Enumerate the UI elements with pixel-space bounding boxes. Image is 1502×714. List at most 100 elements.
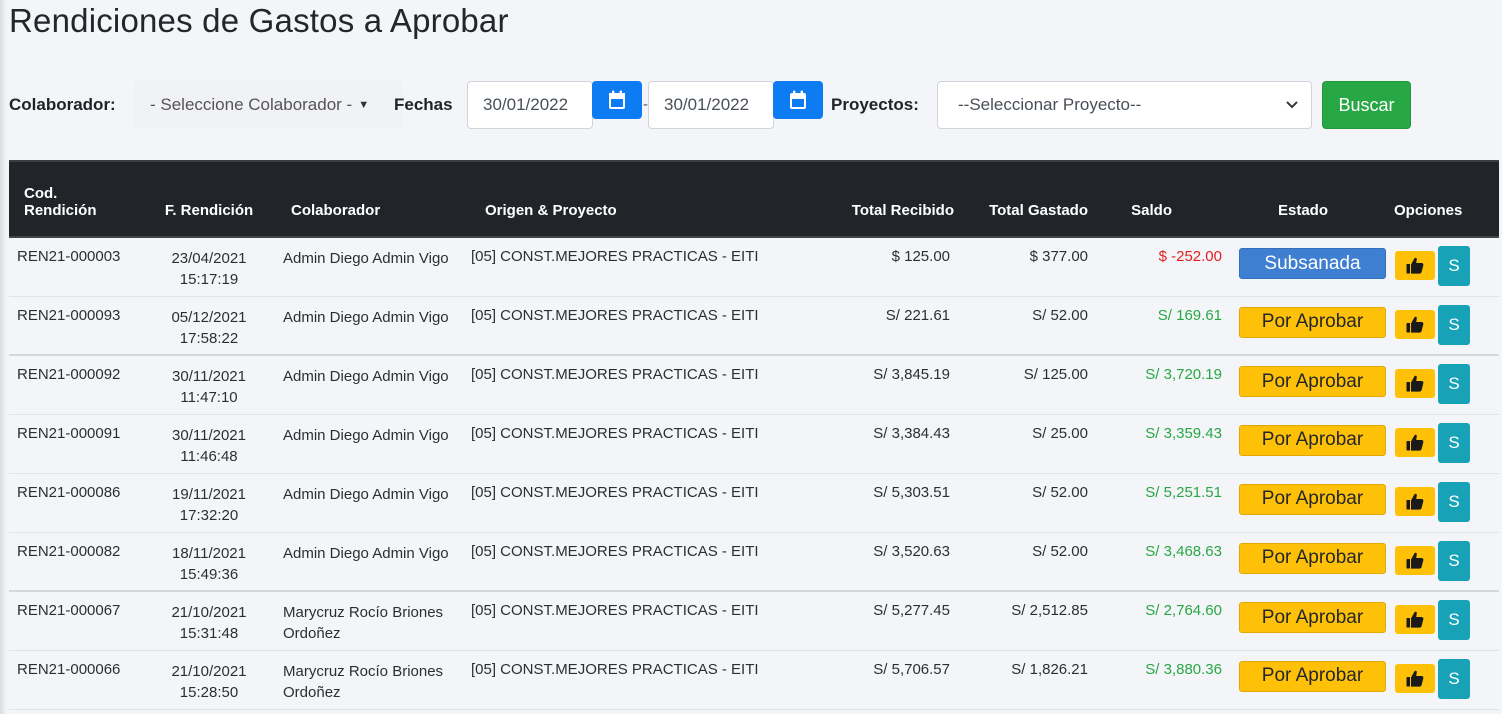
header-fecha: F. Rendición <box>141 160 277 238</box>
cell-opciones: S <box>1394 237 1499 296</box>
cell-colaborador-line1: Admin Diego Admin Vigo <box>283 485 449 503</box>
cell-colaborador-line2: Ordoñez <box>283 625 341 642</box>
cell-fecha-date: 23/04/2021 <box>171 250 247 267</box>
header-total-gastado: Total Gastado <box>954 160 1088 238</box>
approve-button[interactable] <box>1395 605 1435 634</box>
cell-cod: REN21-000093 <box>17 306 121 324</box>
cell-colaborador: Marycruz Rocío Briones Ordoñez <box>277 591 471 650</box>
table-row: REN21-000066 21/10/2021 15:28:50 Marycru… <box>9 650 1499 709</box>
fechas-label: Fechas <box>394 95 453 114</box>
table-row: REN21-000092 30/11/2021 11:47:10 Admin D… <box>9 355 1499 414</box>
fecha-desde-calendar-button[interactable] <box>592 81 642 119</box>
cell-colaborador-line2: Ordoñez <box>283 683 341 701</box>
fecha-desde-input[interactable]: 30/01/2022 <box>467 81 593 129</box>
page-title: Rendiciones de Gastos a Aprobar <box>9 2 509 39</box>
cell-opciones: S <box>1394 591 1499 650</box>
s-button[interactable]: S <box>1438 364 1470 404</box>
estado-badge: Subsanada <box>1239 248 1386 279</box>
approve-button[interactable] <box>1395 486 1435 516</box>
cell-fecha-time: 17:32:20 <box>179 506 239 524</box>
approve-button[interactable] <box>1395 251 1435 280</box>
cell-fecha-time: 11:46:48 <box>180 447 238 465</box>
approve-button[interactable] <box>1395 427 1435 457</box>
cell-fecha-date: 19/11/2021 <box>172 485 246 503</box>
cell-colaborador: Admin Diego Admin Vigo <box>277 296 471 355</box>
cell-fecha-time: 17:58:22 <box>179 329 239 347</box>
header-origen: Origen & Proyecto <box>471 160 771 238</box>
table-row: REN21-000067 21/10/2021 15:31:48 Marycru… <box>9 591 1499 650</box>
cell-colaborador-line1: Admin Diego Admin Vigo <box>283 308 449 326</box>
header-colaborador: Colaborador <box>277 160 471 238</box>
approve-button[interactable] <box>1395 663 1435 693</box>
calendar-icon <box>790 90 806 109</box>
cell-fecha-date: 30/11/2021 <box>172 368 246 385</box>
fecha-hasta-calendar-button[interactable] <box>773 81 823 119</box>
cell-fecha-date: 21/10/2021 <box>171 604 247 621</box>
cell-origen: [05] CONST.MEJORES PRACTICAS - EITI <box>471 424 759 442</box>
cell-total-gastado: S/ 25.00 <box>1032 424 1088 442</box>
cell-colaborador: Marycruz Rocío Briones Ordoñez <box>277 650 471 709</box>
cell-cod: REN21-000082 <box>17 542 121 560</box>
proyecto-select[interactable]: --Seleccionar Proyecto-- <box>937 81 1312 129</box>
s-button[interactable]: S <box>1438 658 1470 699</box>
cell-colaborador-line1: Admin Diego Admin Vigo <box>283 426 449 444</box>
cell-saldo: S/ 169.61 <box>1157 306 1222 324</box>
header-cod: Cod. Rendición <box>9 160 141 238</box>
thumbs-up-icon <box>1406 670 1424 687</box>
cell-total-recibido: S/ 5,706.57 <box>873 660 950 678</box>
cell-fecha: 21/10/2021 15:31:48 <box>141 591 277 650</box>
cell-fecha: 23/04/2021 15:17:19 <box>141 237 277 296</box>
cell-fecha: 19/11/2021 17:32:20 <box>141 473 277 532</box>
cell-fecha: 30/11/2021 11:46:48 <box>141 414 277 473</box>
filter-bar: Colaborador: - Seleccione Colaborador - … <box>9 81 1499 129</box>
colaborador-select[interactable]: - Seleccione Colaborador - ▼ <box>134 81 402 129</box>
fecha-hasta-value: 30/01/2022 <box>664 95 750 114</box>
approve-button[interactable] <box>1395 309 1435 339</box>
page-edge <box>0 0 6 714</box>
cell-colaborador-line1: Marycruz Rocío Briones <box>283 662 444 680</box>
cell-fecha-date: 30/11/2021 <box>172 426 246 444</box>
thumbs-up-icon <box>1406 434 1424 451</box>
cell-estado: Por Aprobar <box>1222 473 1394 532</box>
cell-cod: REN21-000086 <box>17 483 121 501</box>
cell-opciones: S <box>1394 355 1499 414</box>
cell-total-gastado: $ 377.00 <box>1029 248 1088 265</box>
s-button[interactable]: S <box>1438 600 1470 640</box>
cell-cod: REN21-000091 <box>17 424 121 442</box>
approve-button[interactable] <box>1395 545 1435 575</box>
s-button[interactable]: S <box>1438 304 1470 345</box>
cell-fecha: 18/11/2021 15:49:36 <box>141 532 277 591</box>
cell-fecha: 21/10/2021 15:28:50 <box>141 650 277 709</box>
cell-opciones: S <box>1394 650 1499 709</box>
cell-fecha-time: 15:49:36 <box>179 565 239 583</box>
fecha-hasta-input[interactable]: 30/01/2022 <box>648 81 774 129</box>
cell-origen: [05] CONST.MEJORES PRACTICAS - EITI <box>471 542 759 560</box>
cell-total-recibido: S/ 3,520.63 <box>873 542 950 560</box>
header-cod-line1: Cod. <box>24 185 58 202</box>
proyectos-label: Proyectos: <box>831 95 919 114</box>
buscar-button[interactable]: Buscar <box>1322 81 1411 129</box>
s-button[interactable]: S <box>1438 481 1470 522</box>
estado-badge: Por Aprobar <box>1239 542 1386 574</box>
table-header: Cod. Rendición F. Rendición Colaborador … <box>9 160 1499 238</box>
thumbs-up-icon <box>1406 316 1424 333</box>
s-button[interactable]: S <box>1438 422 1470 463</box>
cell-total-recibido: S/ 5,277.45 <box>873 602 950 619</box>
s-button[interactable]: S <box>1438 246 1470 286</box>
cell-saldo: S/ 2,764.60 <box>1145 602 1222 619</box>
approve-button[interactable] <box>1395 369 1435 398</box>
cell-opciones: S <box>1394 473 1499 532</box>
cell-origen: [05] CONST.MEJORES PRACTICAS - EITI <box>471 366 759 383</box>
cell-opciones: S <box>1394 414 1499 473</box>
cell-fecha: 05/12/2021 17:58:22 <box>141 296 277 355</box>
chevron-down-icon <box>1286 101 1298 109</box>
cell-estado: Por Aprobar <box>1222 650 1394 709</box>
cell-estado: Por Aprobar <box>1222 414 1394 473</box>
thumbs-up-icon <box>1406 257 1424 274</box>
cell-estado: Por Aprobar <box>1222 591 1394 650</box>
thumbs-up-icon <box>1406 552 1424 569</box>
s-button[interactable]: S <box>1438 540 1470 581</box>
cell-total-gastado: S/ 52.00 <box>1032 306 1088 324</box>
cell-estado: Por Aprobar <box>1222 355 1394 414</box>
estado-badge: Por Aprobar <box>1239 483 1386 515</box>
